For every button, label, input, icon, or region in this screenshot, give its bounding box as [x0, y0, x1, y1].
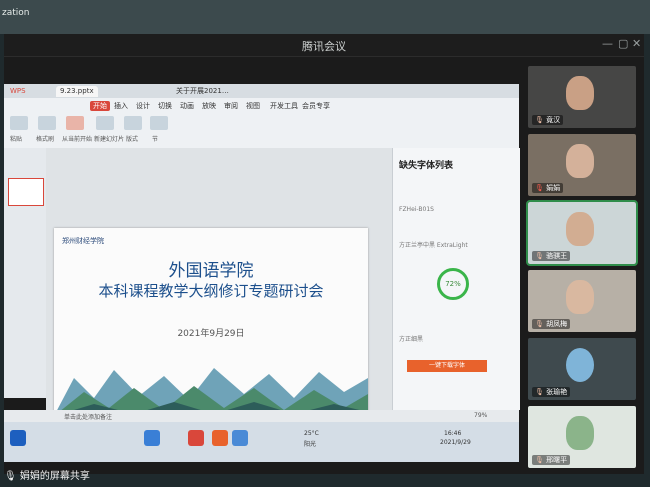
menu-insert[interactable]: 插入 — [114, 101, 128, 111]
wps-tab-bar: WPS 9.23.pptx 关于开展2021… — [4, 84, 519, 98]
format-painter-icon[interactable] — [38, 116, 56, 130]
participant-name: 🎙 骆骐王 — [532, 251, 571, 261]
tab-pptx[interactable]: 9.23.pptx — [56, 86, 98, 97]
desktop-background: zation — [0, 0, 650, 34]
start-icon[interactable] — [10, 430, 26, 446]
tencent-meeting-icon[interactable] — [232, 430, 248, 446]
weather-desc: 阳光 — [304, 441, 317, 448]
screen-share-label: 🎙 娟娟的屏幕共享 — [4, 467, 90, 482]
menu-start[interactable]: 开始 — [90, 101, 110, 111]
participant-tile[interactable]: 🎙 胡凤梅 — [528, 270, 636, 332]
title-bar: 腾讯会议 — ▢ ✕ — [4, 34, 644, 57]
zoom-level[interactable]: 79% — [474, 412, 487, 419]
participant-tile[interactable]: 🎙 竟汉 — [528, 66, 636, 128]
microphone-icon: 🎙 — [535, 116, 544, 124]
mountain-illustration — [54, 368, 368, 416]
avatar — [566, 212, 594, 246]
panel-header: 缺失字体列表 — [399, 161, 454, 171]
layout-icon[interactable] — [124, 116, 142, 130]
minimize-icon[interactable]: — — [602, 37, 613, 50]
participant-tile[interactable]: 🎙 张瑜艳 — [528, 338, 636, 400]
wps-icon[interactable] — [188, 430, 204, 446]
menu-review[interactable]: 审阅 — [224, 101, 238, 111]
screen-share-label-text: 娟娟的屏幕共享 — [19, 471, 90, 482]
microphone-icon: 🎙 — [535, 456, 544, 464]
ribbon-label-format-painter: 格式刷 — [36, 136, 55, 143]
missing-font-item[interactable]: FZHei-B01S — [399, 206, 434, 213]
maximize-icon[interactable]: ▢ — [618, 37, 628, 50]
tab-wps-home[interactable]: WPS — [6, 86, 30, 97]
microphone-icon: 🎙 — [535, 320, 544, 328]
tab-document[interactable]: 关于开展2021… — [172, 86, 233, 97]
paste-icon[interactable] — [10, 116, 28, 130]
app-icon[interactable] — [212, 430, 228, 446]
download-fonts-button[interactable]: 一键下载字体 — [407, 360, 487, 372]
wps-ribbon: 开始 插入 设计 切换 动画 放映 审阅 视图 开发工具 会员专享 粘贴 格式刷… — [4, 98, 519, 149]
participant-tile[interactable]: 🎙 娟娟 — [528, 134, 636, 196]
slide-thumbnail[interactable] — [8, 178, 44, 206]
ribbon-label-paste: 粘贴 — [10, 136, 23, 143]
participant-video-list: 🎙 竟汉 🎙 娟娟 🎙 骆骐王 🎙 胡凤梅 🎙 张瑜艳 🎙 邢曙平 — [524, 64, 640, 474]
participant-tile[interactable]: 🎙 邢曙平 — [528, 406, 636, 468]
status-bar: 单击此处添加备注 79% — [4, 410, 519, 422]
close-icon[interactable]: ✕ — [632, 37, 641, 50]
slide-date: 2021年9月29日 — [177, 329, 245, 339]
menu-dev-tools[interactable]: 开发工具 — [270, 101, 298, 111]
microphone-icon: 🎙 — [4, 471, 17, 482]
microphone-icon: 🎙 — [535, 252, 544, 260]
slide-thumbnails — [4, 148, 46, 398]
window-title: 腾讯会议 — [302, 40, 346, 53]
notes-placeholder[interactable]: 单击此处添加备注 — [64, 412, 112, 421]
participant-name: 🎙 张瑜艳 — [532, 387, 571, 397]
missing-fonts-panel: 缺失字体列表 FZHei-B01S 方正兰亭中黑 ExtraLight 方正细黑… — [392, 148, 520, 410]
menu-slideshow[interactable]: 放映 — [202, 101, 216, 111]
menu-member[interactable]: 会员专享 — [302, 101, 330, 111]
slide-canvas[interactable]: 郑州财经学院 外国语学院 本科课程教学大纲修订专题研讨会 2021年9月29日 — [54, 228, 368, 416]
menu-animation[interactable]: 动画 — [180, 101, 194, 111]
meeting-window: 腾讯会议 — ▢ ✕ WPS 9.23.pptx 关于开展2021… 开始 插入… — [4, 34, 644, 474]
progress-gauge: 72% — [437, 268, 469, 300]
clock-time: 16:46 — [444, 430, 462, 437]
participant-tile[interactable]: 🎙 骆骐王 — [526, 200, 638, 266]
ribbon-label-layout: 版式 — [126, 136, 139, 143]
slide-subtitle: 本科课程教学大纲修订专题研讨会 — [98, 282, 324, 300]
menu-design[interactable]: 设计 — [136, 101, 150, 111]
menu-transition[interactable]: 切换 — [158, 101, 172, 111]
missing-font-item[interactable]: 方正兰亭中黑 ExtraLight — [399, 240, 468, 249]
microphone-muted-icon: 🎙 — [535, 184, 544, 192]
school-logo-text: 郑州财经学院 — [62, 237, 104, 245]
participant-name-text: 张瑜艳 — [546, 388, 568, 396]
play-from-current-icon[interactable] — [66, 116, 84, 130]
avatar — [566, 348, 594, 382]
participant-name: 🎙 邢曙平 — [532, 455, 571, 465]
new-slide-icon[interactable] — [96, 116, 114, 130]
avatar — [566, 76, 594, 110]
menu-view[interactable]: 视图 — [246, 101, 260, 111]
participant-name: 🎙 胡凤梅 — [532, 319, 571, 329]
clock-date: 2021/9/29 — [440, 439, 471, 446]
participant-name-text: 邢曙平 — [546, 456, 568, 464]
missing-font-item[interactable]: 方正细黑 — [399, 334, 423, 343]
microphone-icon: 🎙 — [535, 388, 544, 396]
desktop-corner-text: zation — [2, 8, 30, 18]
participant-name-text: 胡凤梅 — [546, 320, 568, 328]
participant-name: 🎙 竟汉 — [532, 115, 564, 125]
avatar — [566, 416, 594, 450]
ribbon-label-play-current: 从当前开始 — [62, 136, 93, 143]
monitor-screen: zation 腾讯会议 — ▢ ✕ WPS 9.23.pptx 关于开展2021… — [0, 0, 650, 487]
avatar — [566, 144, 594, 178]
participant-name-text: 竟汉 — [546, 116, 561, 124]
ribbon-label-new-slide: 新建幻灯片 — [94, 136, 125, 143]
participant-name-text: 骆骐王 — [546, 252, 568, 260]
ribbon-label-section: 节 — [152, 136, 159, 143]
weather-temp: 25°C — [304, 430, 319, 437]
participant-name-text: 娟娟 — [546, 184, 561, 192]
participant-name: 🎙 娟娟 — [532, 183, 564, 193]
windows-taskbar: 25°C 阳光 16:46 2021/9/29 — [4, 422, 519, 462]
section-icon[interactable] — [150, 116, 168, 130]
edge-icon[interactable] — [144, 430, 160, 446]
slide-title: 外国语学院 — [168, 261, 254, 281]
avatar — [566, 280, 594, 314]
slide-editor: 郑州财经学院 外国语学院 本科课程教学大纲修订专题研讨会 2021年9月29日 — [46, 148, 392, 416]
